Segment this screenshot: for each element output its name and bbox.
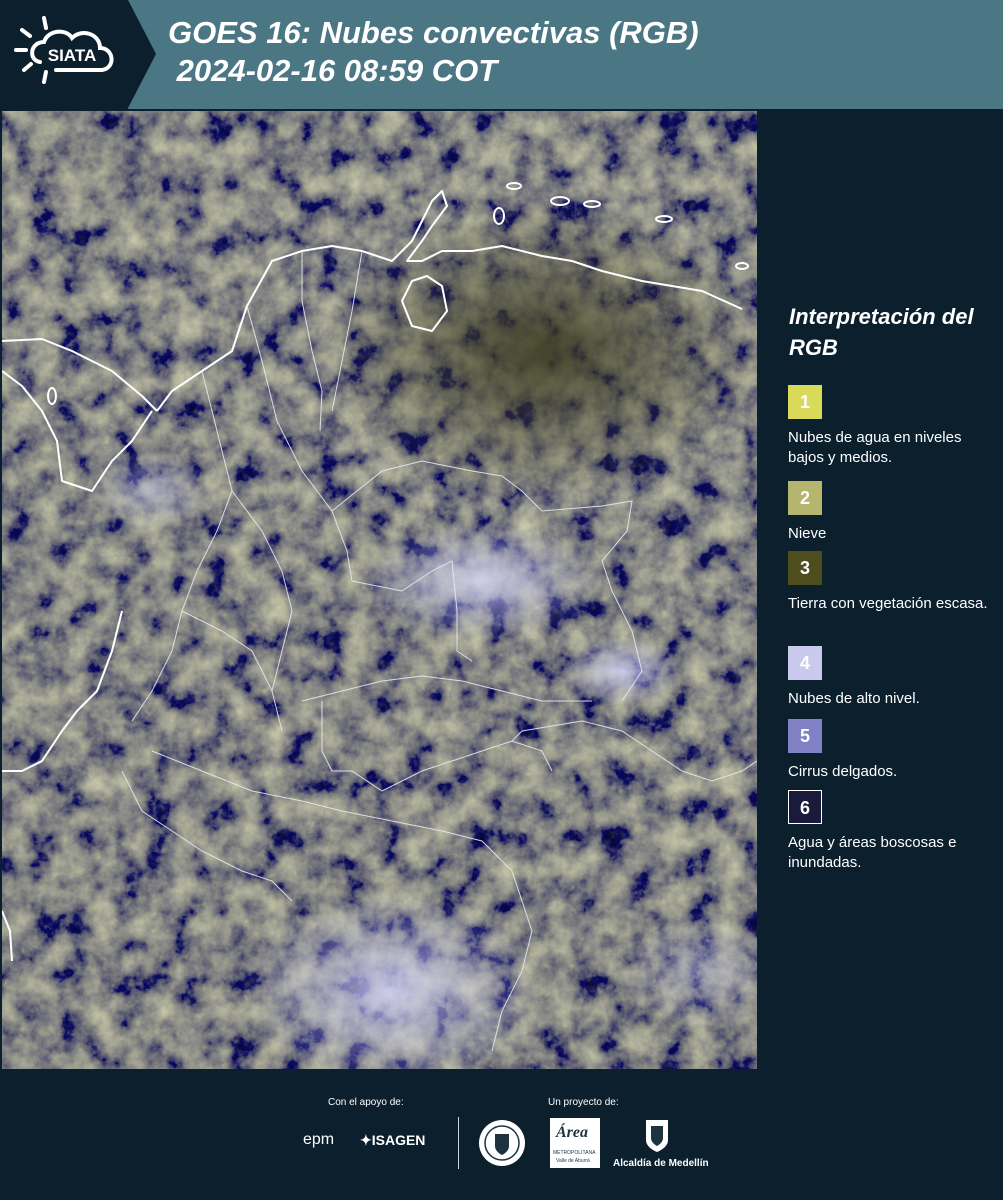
medellin-seal-icon[interactable] bbox=[477, 1118, 527, 1168]
legend-label: Cirrus delgados. bbox=[788, 763, 898, 780]
svg-text:SIATA: SIATA bbox=[48, 46, 96, 65]
alcaldia-shield-icon bbox=[646, 1120, 668, 1152]
alcaldia-logo[interactable]: Alcaldía de Medellín bbox=[613, 1158, 709, 1169]
area-logo-sub2: Valle de Aburrá bbox=[556, 1158, 590, 1164]
legend-swatch: 4 bbox=[788, 646, 822, 680]
legend-swatch: 6 bbox=[788, 790, 822, 824]
legend-label: Tierra con vegetación escasa. bbox=[788, 595, 988, 612]
legend-item-5: 5 Cirrus delgados. bbox=[788, 719, 988, 782]
area-logo-main: Área bbox=[556, 1124, 588, 1141]
legend-title: Interpretación del RGB bbox=[789, 304, 974, 360]
isagen-logo[interactable]: ✦ISAGEN bbox=[360, 1132, 425, 1149]
legend-item-4: 4 Nubes de alto nivel. bbox=[788, 646, 988, 709]
page-title: GOES 16: Nubes convectivas (RGB) 2024-02… bbox=[168, 15, 699, 88]
legend-item-6: 6 Agua y áreas boscosas e inundadas. bbox=[788, 790, 988, 873]
rgb-composite-map bbox=[2, 111, 757, 1069]
epm-logo[interactable]: epm bbox=[303, 1131, 334, 1149]
support-caption: Con el apoyo de: bbox=[328, 1097, 404, 1108]
legend-item-1: 1 Nubes de agua en niveles bajos y medios… bbox=[788, 385, 988, 468]
legend-panel: Interpretación del RGB 1 Nubes de agua en… bbox=[763, 111, 1003, 1069]
legend-swatch: 3 bbox=[788, 551, 822, 585]
satellite-image[interactable] bbox=[2, 111, 757, 1069]
legend-swatch: 5 bbox=[788, 719, 822, 753]
isagen-star-icon: ✦ bbox=[360, 1132, 372, 1148]
legend-label: Nubes de alto nivel. bbox=[788, 690, 920, 707]
legend-item-2: 2 Nieve bbox=[788, 481, 988, 544]
siata-logo[interactable]: SIATA bbox=[0, 0, 128, 109]
legend-swatch: 2 bbox=[788, 481, 822, 515]
header: SIATA GOES 16: Nubes convectivas (RGB) 2… bbox=[0, 0, 1003, 109]
area-metropolitana-logo[interactable]: Área METROPOLITANA Valle de Aburrá bbox=[550, 1118, 600, 1168]
footer: Con el apoyo de: Un proyecto de: epm ✦IS… bbox=[0, 1069, 1003, 1200]
legend-label: Nieve bbox=[788, 525, 827, 542]
legend-swatch: 1 bbox=[788, 385, 822, 419]
legend-label: Nubes de agua en niveles bajos y medios. bbox=[788, 429, 962, 466]
legend-label: Agua y áreas boscosas e inundadas. bbox=[788, 834, 957, 871]
sun-cloud-icon: SIATA bbox=[14, 16, 114, 84]
footer-divider bbox=[458, 1117, 459, 1169]
area-logo-sub1: METROPOLITANA bbox=[553, 1150, 596, 1156]
project-caption: Un proyecto de: bbox=[548, 1097, 619, 1108]
legend-item-3: 3 Tierra con vegetación escasa. bbox=[788, 551, 988, 614]
logo-arrow bbox=[128, 0, 156, 108]
